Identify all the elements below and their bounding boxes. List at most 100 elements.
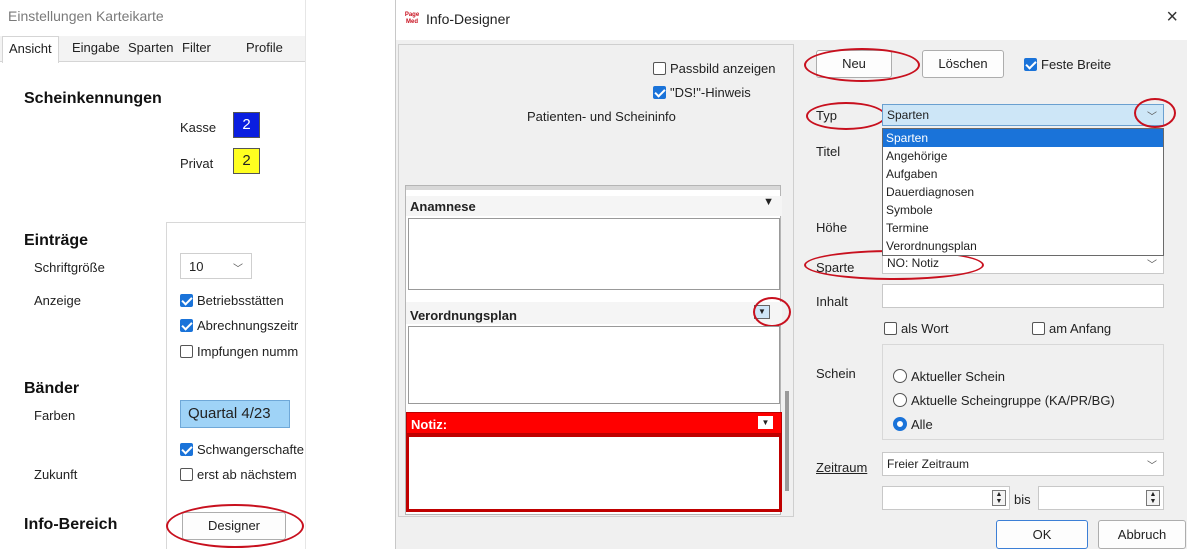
tab-sparten[interactable]: Sparten bbox=[128, 40, 174, 55]
schriftgroesse-label: Schriftgröße bbox=[34, 260, 105, 275]
schein-label: Schein bbox=[816, 366, 856, 381]
option-label: Aktueller Schein bbox=[911, 369, 1005, 384]
typ-option-angehoerige[interactable]: Angehörige bbox=[883, 147, 1163, 165]
highlight-circle bbox=[1134, 98, 1176, 128]
hoehe-label: Höhe bbox=[816, 220, 848, 235]
checkbox-checked-icon[interactable] bbox=[180, 443, 193, 456]
option-abrechnungszeitraum[interactable]: Abrechnungszeitr bbox=[180, 318, 298, 333]
checkbox-unchecked-icon[interactable] bbox=[1032, 322, 1045, 335]
bis-label: bis bbox=[1014, 492, 1031, 507]
inhalt-input[interactable] bbox=[882, 284, 1164, 308]
schriftgroesse-select[interactable]: 10 ﹀ bbox=[180, 253, 252, 279]
radio-unselected-icon[interactable] bbox=[893, 393, 907, 407]
option-impfungen[interactable]: Impfungen numm bbox=[180, 344, 298, 359]
radio-unselected-icon[interactable] bbox=[893, 369, 907, 383]
section-title: Anamnese bbox=[410, 199, 476, 214]
schein-option-aktuell[interactable]: Aktueller Schein bbox=[893, 369, 1005, 384]
baender-heading: Bänder bbox=[24, 380, 80, 397]
schein-option-alle[interactable]: Alle bbox=[893, 417, 933, 432]
checkbox-checked-icon[interactable] bbox=[1024, 58, 1037, 71]
typ-dropdown-list: Sparten Angehörige Aufgaben Dauerdiagnos… bbox=[882, 128, 1164, 256]
quartal-color-button[interactable]: Quartal 4/23 bbox=[180, 400, 290, 428]
checkbox-unchecked-icon[interactable] bbox=[884, 322, 897, 335]
loeschen-button[interactable]: Löschen bbox=[922, 50, 1004, 78]
preview-panel: Passbild anzeigen "DS!"-Hinweis Patiente… bbox=[398, 44, 794, 517]
kasse-color-box[interactable]: 2 bbox=[233, 112, 260, 138]
section-title: Notiz: bbox=[411, 417, 448, 432]
scrollbar-thumb[interactable] bbox=[785, 391, 789, 491]
als-wort-option[interactable]: als Wort bbox=[884, 321, 948, 336]
option-label: erst ab nächstem bbox=[197, 467, 297, 482]
properties-panel: Neu Löschen Feste Breite Typ Sparten ﹀ S… bbox=[796, 44, 1187, 517]
option-betriebsstaetten[interactable]: Betriebsstätten bbox=[180, 293, 284, 308]
patienten-scheininfo-label: Patienten- und Scheininfo bbox=[527, 109, 676, 124]
zeitraum-select[interactable]: Freier Zeitraum ﹀ bbox=[882, 452, 1164, 476]
option-label: am Anfang bbox=[1049, 321, 1112, 336]
checkbox-unchecked-icon[interactable] bbox=[180, 468, 193, 481]
option-label: als Wort bbox=[901, 321, 949, 336]
section-verordnungsplan-header[interactable]: Verordnungsplan ▼ bbox=[406, 302, 782, 324]
option-schwangerschaften[interactable]: Schwangerschafte bbox=[180, 442, 304, 457]
tab-profile[interactable]: Profile bbox=[246, 40, 283, 55]
section-notiz-body[interactable] bbox=[406, 434, 782, 512]
scheinkennungen-heading: Scheinkennungen bbox=[24, 90, 162, 107]
ok-button[interactable]: OK bbox=[996, 520, 1088, 549]
zukunft-label: Zukunft bbox=[34, 467, 78, 482]
option-label: Aktuelle Scheingruppe (KA/PR/BG) bbox=[911, 393, 1115, 408]
close-icon[interactable]: × bbox=[1166, 6, 1178, 29]
date-to-input[interactable]: ▲ ▼ bbox=[1038, 486, 1164, 510]
chevron-down-icon: ﹀ bbox=[233, 264, 243, 275]
tab-eingabe[interactable]: Eingabe bbox=[72, 40, 120, 55]
spinner-icon[interactable]: ▲ ▼ bbox=[1146, 490, 1160, 506]
zeitraum-label: Zeitraum bbox=[816, 460, 868, 475]
checkbox-unchecked-icon[interactable] bbox=[653, 62, 666, 75]
titel-label: Titel bbox=[816, 144, 841, 159]
privat-label: Privat bbox=[180, 156, 214, 171]
highlight-circle bbox=[166, 504, 304, 548]
date-from-input[interactable]: ▲ ▼ bbox=[882, 486, 1010, 510]
checkbox-checked-icon[interactable] bbox=[180, 319, 193, 332]
abbruch-button[interactable]: Abbruch bbox=[1098, 520, 1186, 549]
farben-label: Farben bbox=[34, 408, 76, 423]
title-bar: Page Med Info-Designer × bbox=[396, 0, 1187, 40]
feste-breite-option[interactable]: Feste Breite bbox=[1024, 57, 1111, 72]
checkbox-checked-icon[interactable] bbox=[653, 86, 666, 99]
section-verordnungsplan-body[interactable] bbox=[408, 326, 780, 404]
preview-top-bar bbox=[406, 186, 780, 190]
tab-ansicht[interactable]: Ansicht bbox=[2, 36, 59, 63]
checkbox-unchecked-icon[interactable] bbox=[180, 345, 193, 358]
ds-hinweis-option[interactable]: "DS!"-Hinweis bbox=[653, 85, 751, 100]
option-label: Impfungen numm bbox=[197, 344, 299, 359]
radio-selected-icon[interactable] bbox=[893, 417, 907, 431]
typ-option-termine[interactable]: Termine bbox=[883, 219, 1163, 237]
typ-option-symbole[interactable]: Symbole bbox=[883, 201, 1163, 219]
typ-option-aufgaben[interactable]: Aufgaben bbox=[883, 165, 1163, 183]
highlight-circle bbox=[806, 102, 886, 130]
section-anamnese-body[interactable] bbox=[408, 218, 780, 290]
section-notiz-header[interactable]: Notiz: ▼ bbox=[406, 412, 782, 434]
preview-sections: Anamnese ▼ Verordnungsplan ▼ Notiz: ▼ bbox=[405, 185, 791, 515]
option-erst-ab[interactable]: erst ab nächstem bbox=[180, 467, 297, 482]
anzeige-label: Anzeige bbox=[34, 293, 81, 308]
passbild-option[interactable]: Passbild anzeigen bbox=[653, 61, 776, 76]
schriftgroesse-value: 10 bbox=[189, 259, 204, 274]
typ-option-verordnungsplan[interactable]: Verordnungsplan bbox=[883, 237, 1163, 255]
typ-option-sparten[interactable]: Sparten bbox=[883, 129, 1163, 147]
inhalt-label: Inhalt bbox=[816, 294, 848, 309]
section-title: Verordnungsplan bbox=[410, 308, 517, 323]
schein-option-scheingruppe[interactable]: Aktuelle Scheingruppe (KA/PR/BG) bbox=[893, 393, 1115, 408]
privat-color-box[interactable]: 2 bbox=[233, 148, 260, 174]
highlight-circle bbox=[753, 297, 791, 327]
spinner-icon[interactable]: ▲ ▼ bbox=[992, 490, 1006, 506]
section-anamnese-header[interactable]: Anamnese ▼ bbox=[406, 196, 782, 216]
checkbox-checked-icon[interactable] bbox=[180, 294, 193, 307]
am-anfang-option[interactable]: am Anfang bbox=[1032, 321, 1111, 336]
typ-select[interactable]: Sparten ﹀ bbox=[882, 104, 1164, 126]
option-label: Abrechnungszeitr bbox=[197, 318, 299, 333]
typ-option-dauerdiagnosen[interactable]: Dauerdiagnosen bbox=[883, 183, 1163, 201]
dropdown-arrow-icon[interactable]: ▼ bbox=[758, 416, 773, 429]
highlight-circle bbox=[804, 48, 920, 82]
settings-title: Einstellungen Karteikarte bbox=[8, 8, 164, 24]
dropdown-arrow-icon[interactable]: ▼ bbox=[763, 196, 774, 208]
tab-filter[interactable]: Filter bbox=[182, 40, 211, 55]
